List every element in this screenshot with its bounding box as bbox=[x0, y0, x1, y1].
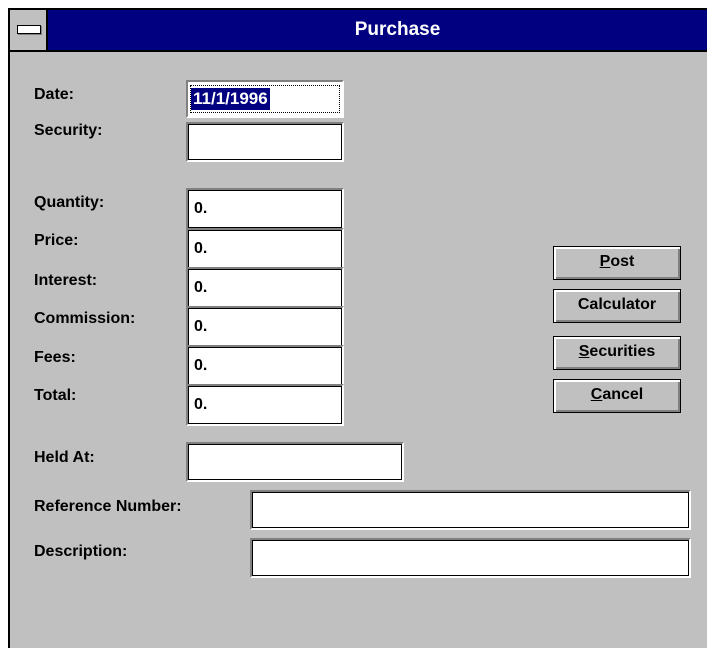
calculator-button[interactable]: Calculator bbox=[553, 289, 681, 323]
reference-number-field[interactable] bbox=[250, 490, 691, 530]
securities-button-accel: S bbox=[578, 343, 590, 360]
window-title: Purchase bbox=[354, 19, 441, 40]
system-menu-bar-glyph bbox=[17, 25, 41, 34]
description-label: Description: bbox=[34, 543, 128, 560]
post-button-accel: P bbox=[599, 253, 611, 270]
interest-field[interactable]: 0. bbox=[186, 267, 344, 309]
held-at-label: Held At: bbox=[34, 449, 95, 466]
commission-label: Commission: bbox=[34, 310, 136, 327]
post-button-rest: ost bbox=[610, 253, 635, 270]
quantity-field[interactable]: 0. bbox=[186, 188, 344, 230]
price-label: Price: bbox=[34, 232, 79, 249]
security-label: Security: bbox=[34, 122, 103, 139]
total-field[interactable]: 0. bbox=[186, 384, 344, 426]
held-at-field[interactable] bbox=[186, 442, 404, 482]
purchase-dialog: Purchase Date: Security: Quantity: Price… bbox=[8, 8, 707, 648]
cancel-button-rest: ancel bbox=[602, 386, 644, 403]
securities-button-rest: ecurities bbox=[589, 343, 656, 360]
date-field[interactable]: 11/1/1996 bbox=[186, 80, 344, 118]
cancel-button-accel: C bbox=[590, 386, 603, 403]
title-bar[interactable]: Purchase bbox=[10, 10, 707, 52]
description-field[interactable] bbox=[250, 538, 691, 578]
interest-label: Interest: bbox=[34, 272, 98, 289]
total-label: Total: bbox=[34, 387, 77, 404]
interest-value: 0. bbox=[194, 279, 208, 296]
quantity-value: 0. bbox=[194, 200, 208, 217]
securities-button[interactable]: Securities bbox=[553, 336, 681, 370]
date-label: Date: bbox=[34, 86, 75, 103]
calculator-button-label: Calculator bbox=[577, 296, 657, 313]
post-button[interactable]: Post bbox=[553, 246, 681, 280]
fees-field[interactable]: 0. bbox=[186, 345, 344, 387]
fees-value: 0. bbox=[194, 357, 208, 374]
fees-label: Fees: bbox=[34, 349, 76, 366]
quantity-label: Quantity: bbox=[34, 194, 105, 211]
date-value: 11/1/1996 bbox=[191, 88, 270, 110]
price-field[interactable]: 0. bbox=[186, 228, 344, 270]
system-menu-icon[interactable] bbox=[10, 10, 48, 50]
reference-number-label: Reference Number: bbox=[34, 498, 182, 515]
price-value: 0. bbox=[194, 240, 208, 257]
commission-field[interactable]: 0. bbox=[186, 306, 344, 348]
total-value: 0. bbox=[194, 396, 208, 413]
commission-value: 0. bbox=[194, 318, 208, 335]
security-field[interactable] bbox=[186, 122, 344, 162]
cancel-button[interactable]: Cancel bbox=[553, 379, 681, 413]
